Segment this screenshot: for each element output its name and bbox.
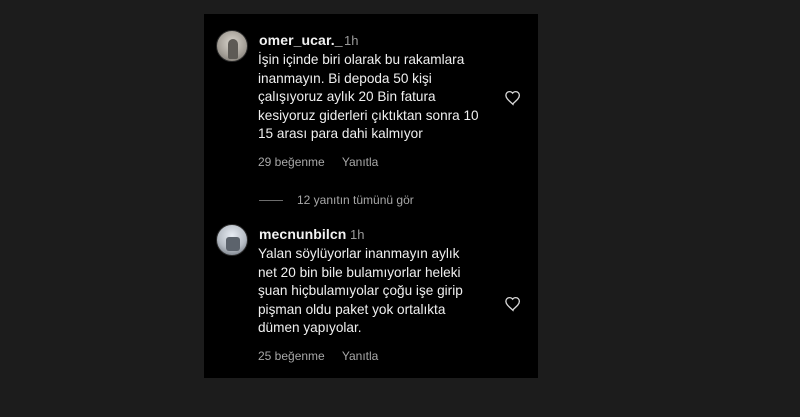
comment-time: 1h xyxy=(350,227,365,242)
avatar[interactable] xyxy=(216,224,248,256)
comment-item: mecnunbilcn 1h Yalan söylüyorlar inanmay… xyxy=(204,212,538,378)
view-replies-button[interactable]: 12 yanıtın tümünü gör xyxy=(259,191,414,209)
comment-text: İşin içinde biri olarak bu rakamlara ina… xyxy=(258,52,479,141)
comment-meta: 25 beğenme Yanıtla xyxy=(258,349,392,363)
heart-outline-icon[interactable] xyxy=(504,89,522,107)
comment-time: 1h xyxy=(344,33,359,48)
view-replies-label[interactable]: 12 yanıtın tümünü gör xyxy=(297,193,414,207)
replies-divider xyxy=(259,199,283,201)
comment-meta: 29 beğenme Yanıtla xyxy=(258,155,392,169)
heart-outline-icon[interactable] xyxy=(504,295,522,313)
comment-username[interactable]: omer_ucar._ xyxy=(259,32,343,48)
avatar[interactable] xyxy=(216,30,248,62)
reply-button[interactable]: Yanıtla xyxy=(342,349,378,363)
comment-username[interactable]: mecnunbilcn xyxy=(259,226,346,242)
like-count[interactable]: 25 beğenme xyxy=(258,349,325,363)
comment-text: Yalan söylüyorlar inanmayın aylık net 20… xyxy=(258,246,463,335)
comments-panel: omer_ucar._ 1h İşin içinde biri olarak b… xyxy=(204,14,538,378)
reply-button[interactable]: Yanıtla xyxy=(342,155,378,169)
like-count[interactable]: 29 beğenme xyxy=(258,155,325,169)
comment-item: omer_ucar._ 1h İşin içinde biri olarak b… xyxy=(204,14,538,194)
